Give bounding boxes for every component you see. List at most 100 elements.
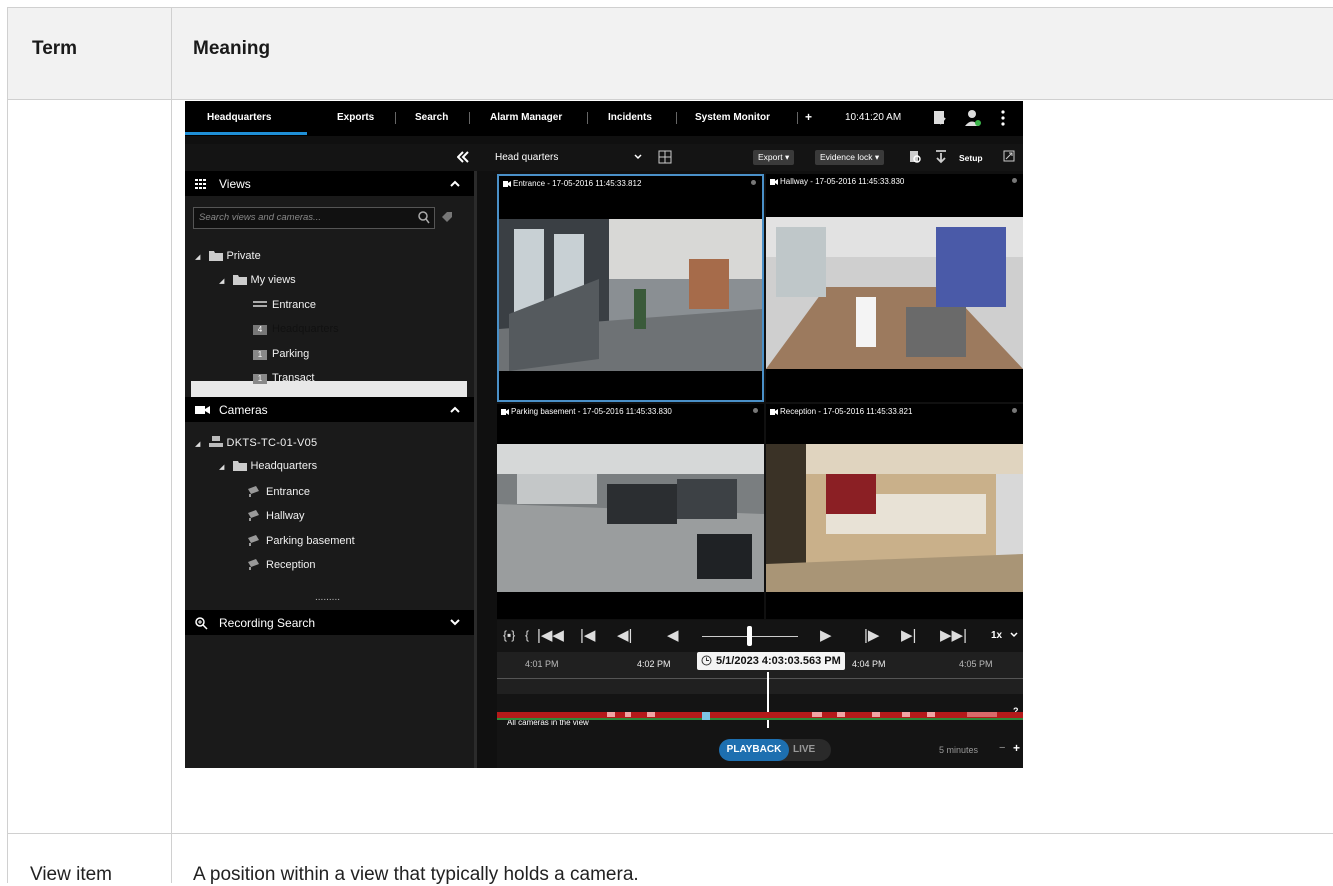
chevron-up-icon[interactable] bbox=[450, 406, 460, 413]
recording-search-section-header[interactable]: Recording Search bbox=[185, 610, 474, 635]
chevron-down-icon[interactable] bbox=[634, 154, 642, 160]
step-forward-icon[interactable]: |▶ bbox=[864, 626, 879, 644]
tab-separator bbox=[797, 112, 798, 124]
view-item-entrance[interactable]: Entrance bbox=[253, 299, 316, 311]
row-divider bbox=[8, 833, 1333, 834]
tree-my-views-label: My views bbox=[250, 274, 296, 286]
chevron-down-icon[interactable] bbox=[450, 619, 460, 626]
security-camera-icon bbox=[248, 559, 259, 570]
resize-handle[interactable]: ......... bbox=[315, 592, 340, 603]
tree-private[interactable]: ◢ Private bbox=[195, 250, 261, 262]
view-item-headquarters[interactable]: 4 Headquarters bbox=[253, 323, 339, 335]
search-icon bbox=[195, 617, 208, 630]
camera-item-entrance[interactable]: Entrance bbox=[247, 485, 310, 498]
current-time-display: 5/1/2023 4:03:03.563 PM bbox=[697, 652, 845, 670]
track-segment bbox=[967, 712, 997, 717]
current-time-label: 5/1/2023 4:03:03.563 PM bbox=[716, 655, 841, 667]
view-selector[interactable]: Head quarters bbox=[495, 152, 558, 163]
search-icon[interactable] bbox=[418, 211, 430, 224]
view-item-parking[interactable]: 1 Parking bbox=[253, 348, 309, 360]
export-label: Export bbox=[758, 152, 783, 162]
table-header: Term Meaning bbox=[8, 7, 1333, 100]
view-item-transact[interactable]: 1 Transact bbox=[253, 372, 314, 384]
view-item-label: Parking bbox=[272, 348, 310, 360]
tab-search[interactable]: Search bbox=[415, 112, 448, 123]
time-span-icon[interactable]: {▪} bbox=[503, 628, 515, 642]
speed-slider-handle[interactable] bbox=[747, 626, 752, 646]
live-mode-button[interactable]: LIVE bbox=[793, 739, 815, 761]
notification-icon[interactable] bbox=[933, 110, 947, 126]
view-layout-icon[interactable] bbox=[658, 150, 672, 164]
search-placeholder: Search views and cameras... bbox=[199, 212, 321, 223]
tab-exports[interactable]: Exports bbox=[337, 112, 374, 123]
zoom-out-button[interactable]: − bbox=[999, 742, 1005, 754]
skip-to-start-icon[interactable]: |◀◀ bbox=[537, 626, 564, 644]
zoom-in-button[interactable]: + bbox=[1013, 741, 1020, 755]
expand-arrow-icon[interactable]: ◢ bbox=[219, 278, 224, 285]
camera-item-reception[interactable]: Reception bbox=[247, 558, 316, 571]
clock-icon bbox=[701, 655, 712, 666]
tab-alarm-manager[interactable]: Alarm Manager bbox=[490, 112, 562, 123]
tree-private-label: Private bbox=[226, 250, 261, 262]
chevron-down-icon[interactable] bbox=[1010, 632, 1018, 638]
evidence-lock-label: Evidence lock bbox=[820, 152, 873, 162]
skip-to-end-icon[interactable]: ▶▶| bbox=[940, 626, 967, 644]
more-menu-icon[interactable] bbox=[1000, 109, 1006, 127]
view-toolbar: Head quarters Export ▾ Evidence lock ▾ S… bbox=[185, 144, 1023, 171]
expand-arrow-icon[interactable]: ◢ bbox=[219, 464, 224, 471]
search-input[interactable]: Search views and cameras... bbox=[193, 207, 435, 229]
security-camera-icon bbox=[248, 510, 259, 521]
tag-icon[interactable] bbox=[441, 211, 453, 223]
clock: 10:41:20 AM bbox=[845, 112, 902, 123]
camera-view-reception[interactable]: Reception - 17-05-2016 11:45:33.821 bbox=[766, 404, 1023, 619]
play-forward-icon[interactable]: ▶ bbox=[820, 626, 832, 644]
playback-mode-button[interactable]: PLAYBACK bbox=[719, 739, 789, 761]
search-document-icon[interactable] bbox=[909, 150, 921, 164]
reception-video-frame bbox=[766, 444, 1023, 592]
mark-start-icon[interactable]: { bbox=[525, 628, 529, 642]
recording-indicator bbox=[751, 180, 756, 185]
collapse-panel-icon[interactable] bbox=[457, 151, 469, 163]
view-item-label: Headquarters bbox=[272, 323, 339, 335]
play-reverse-icon[interactable]: ◀ bbox=[667, 626, 679, 644]
user-icon[interactable] bbox=[965, 109, 981, 127]
setup-button[interactable]: Setup bbox=[959, 153, 983, 163]
mode-switch[interactable]: PLAYBACK LIVE bbox=[719, 739, 831, 761]
add-tab-button[interactable]: + bbox=[805, 110, 812, 124]
expand-arrow-icon[interactable]: ◢ bbox=[195, 441, 200, 448]
folder-icon bbox=[233, 461, 248, 471]
tree-my-views[interactable]: ◢ My views bbox=[219, 274, 296, 286]
previous-sequence-icon[interactable]: |◀ bbox=[580, 626, 595, 644]
chevron-up-icon[interactable] bbox=[450, 180, 460, 187]
evidence-lock-button[interactable]: Evidence lock ▾ bbox=[815, 150, 885, 165]
timeline[interactable]: 4:01 PM 4:02 PM 5/1/2023 4:03:03.563 PM … bbox=[497, 652, 1023, 694]
parking-video-frame bbox=[497, 444, 764, 592]
camera-item-hallway[interactable]: Hallway bbox=[247, 509, 305, 522]
export-arrow-icon[interactable] bbox=[935, 150, 947, 164]
recording-indicator bbox=[753, 408, 758, 413]
expand-arrow-icon[interactable]: ◢ bbox=[195, 254, 200, 261]
next-sequence-icon[interactable]: ▶| bbox=[901, 626, 916, 644]
playback-panel: {▪} { |◀◀ |◀ ◀| ◀ ▶ |▶ ▶| ▶▶| 1x 4:01 PM… bbox=[497, 620, 1023, 768]
camera-view-hallway[interactable]: Hallway - 17-05-2016 11:45:33.830 bbox=[766, 174, 1023, 402]
tab-incidents[interactable]: Incidents bbox=[608, 112, 652, 123]
export-button[interactable]: Export ▾ bbox=[753, 150, 795, 165]
tab-headquarters[interactable]: Headquarters bbox=[207, 112, 271, 123]
timeline-axis bbox=[497, 678, 1023, 679]
playback-speed[interactable]: 1x bbox=[991, 630, 1002, 641]
recording-track[interactable] bbox=[497, 712, 1023, 720]
fullscreen-icon[interactable] bbox=[1003, 150, 1015, 162]
view-badge: 1 bbox=[253, 374, 267, 384]
camera-feed-label: Reception - 17-05-2016 11:45:33.821 bbox=[780, 407, 913, 416]
motion-track bbox=[497, 718, 1023, 720]
header-term: Term bbox=[32, 38, 78, 59]
camera-view-parking-basement[interactable]: Parking basement - 17-05-2016 11:45:33.8… bbox=[497, 404, 764, 619]
tab-system-monitor[interactable]: System Monitor bbox=[695, 112, 770, 123]
camera-item-parking-basement[interactable]: Parking basement bbox=[247, 534, 355, 547]
step-back-icon[interactable]: ◀| bbox=[617, 626, 632, 644]
cameras-section-header[interactable]: Cameras bbox=[185, 397, 474, 422]
camera-view-entrance[interactable]: Entrance - 17-05-2016 11:45:33.812 bbox=[497, 174, 764, 402]
tree-headquarters-group[interactable]: ◢ Headquarters bbox=[219, 460, 317, 472]
tree-server[interactable]: ◢ DKTS-TC-01-V05 bbox=[195, 436, 317, 449]
views-section-header[interactable]: Views bbox=[185, 171, 474, 196]
